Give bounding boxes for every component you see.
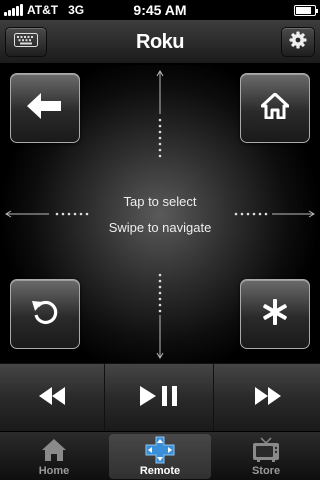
back-arrow-icon <box>27 92 63 124</box>
status-time: 9:45 AM <box>133 2 187 18</box>
swipe-down-guide <box>155 273 165 359</box>
tab-remote-label: Remote <box>139 465 181 477</box>
tab-home[interactable]: Home <box>3 434 105 479</box>
fast-forward-button[interactable] <box>215 364 320 432</box>
tab-store-label: Store <box>251 465 281 477</box>
navigation-pad[interactable]: Tap to select Swipe to navigate <box>0 65 320 363</box>
house-icon <box>41 435 67 465</box>
options-button[interactable] <box>240 279 310 349</box>
swipe-right-guide <box>232 209 316 219</box>
asterisk-icon <box>262 298 288 331</box>
keyboard-icon <box>14 32 38 52</box>
home-button[interactable] <box>240 73 310 143</box>
rewind-icon <box>39 386 65 410</box>
nav-bar: Roku <box>0 20 320 64</box>
settings-button[interactable] <box>281 27 315 57</box>
rewind-button[interactable] <box>0 364 105 432</box>
play-pause-button[interactable] <box>106 364 214 432</box>
hint-tap-to-select: Tap to select <box>123 194 197 209</box>
tab-bar: Home Remote Store <box>0 431 320 480</box>
instant-replay-button[interactable] <box>10 279 80 349</box>
swipe-left-guide <box>5 209 93 219</box>
home-icon <box>260 92 290 124</box>
swipe-up-guide <box>155 70 165 158</box>
fast-forward-icon <box>254 386 281 410</box>
app-title: Roku <box>136 31 185 53</box>
hint-swipe-to-navigate: Swipe to navigate <box>108 220 212 235</box>
tab-store[interactable]: Store <box>215 434 317 479</box>
tab-remote[interactable]: Remote <box>109 434 211 479</box>
play-pause-icon <box>139 385 180 411</box>
instant-replay-icon <box>30 297 60 332</box>
gear-icon <box>289 31 307 54</box>
back-button[interactable] <box>10 73 80 143</box>
battery-icon <box>294 5 318 16</box>
transport-controls <box>0 363 320 432</box>
keyboard-button[interactable] <box>5 27 47 57</box>
tab-home-label: Home <box>38 465 70 477</box>
tv-icon <box>252 435 280 465</box>
dpad-icon <box>145 435 175 465</box>
status-bar: AT&T 3G 9:45 AM <box>0 0 320 20</box>
